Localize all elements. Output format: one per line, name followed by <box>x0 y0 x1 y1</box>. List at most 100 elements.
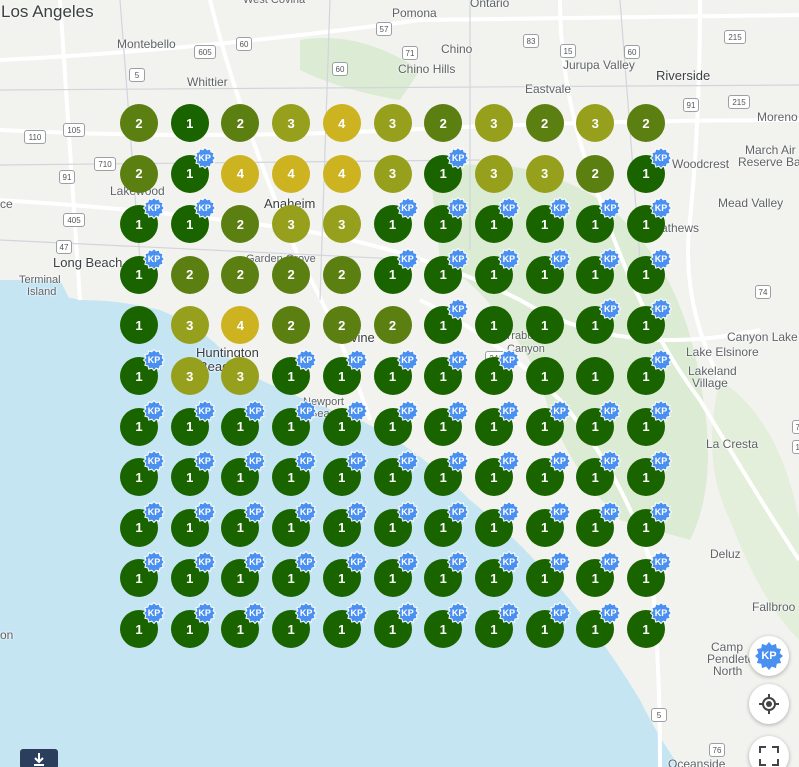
rank-pin[interactable]: 2 <box>272 255 311 294</box>
kp-badge-icon: KP <box>548 602 571 624</box>
rank-pin[interactable]: 3 <box>221 357 260 395</box>
kp-badge-label: KP <box>553 506 566 517</box>
kp-badge-icon: KP <box>447 247 470 270</box>
kp-badge-label: KP <box>451 355 465 365</box>
rank-pin[interactable]: 3 <box>525 154 564 193</box>
kp-badge-icon: KP <box>345 500 368 523</box>
kp-badge-label: KP <box>350 557 364 568</box>
rank-pin[interactable]: 1 <box>170 104 209 142</box>
rank-pin[interactable]: 2 <box>627 104 665 142</box>
fullscreen-icon <box>759 746 779 766</box>
rank-pin[interactable]: 2 <box>322 255 361 294</box>
kp-badge-label: KP <box>249 506 262 517</box>
kp-badge-label: KP <box>604 203 617 214</box>
rank-pin[interactable]: 3 <box>272 104 311 142</box>
kp-badge-icon: KP <box>143 602 165 624</box>
rank-pin[interactable]: 1 <box>525 357 564 395</box>
rank-pin[interactable]: 3 <box>474 104 513 142</box>
rank-pin[interactable]: 2 <box>272 306 311 345</box>
kp-badge-icon: KP <box>244 602 267 624</box>
rank-pin[interactable]: 3 <box>373 104 412 142</box>
rank-pin[interactable]: 2 <box>170 255 209 294</box>
kp-badge-label: KP <box>198 557 211 568</box>
rank-pin[interactable]: 4 <box>221 154 260 193</box>
kp-badge-icon: KP <box>143 551 165 574</box>
rank-pin[interactable]: 3 <box>373 154 412 193</box>
rank-pin[interactable]: 2 <box>120 104 158 142</box>
rank-pin[interactable]: 4 <box>322 104 361 142</box>
rank-pin[interactable]: 2 <box>221 104 260 142</box>
kp-badge-label: KP <box>761 650 777 662</box>
kp-badge-icon: KP <box>497 349 520 371</box>
kp-badge-label: KP <box>350 506 364 517</box>
kp-badge-label: KP <box>147 355 161 365</box>
rank-pin[interactable]: 1 <box>120 306 158 345</box>
rank-pin[interactable]: 2 <box>424 104 463 142</box>
kp-badge-label: KP <box>401 557 414 568</box>
kp-badge-label: KP <box>299 608 313 618</box>
kp-badge-icon: KP <box>548 450 571 473</box>
kp-badge-label: KP <box>553 405 566 416</box>
rank-pin[interactable]: 3 <box>170 357 209 395</box>
kp-badge-label: KP <box>198 608 211 618</box>
kp-badge-icon: KP <box>599 399 622 422</box>
rank-pin[interactable]: 3 <box>322 205 361 244</box>
rank-pin[interactable]: 2 <box>120 154 158 193</box>
kp-badge-label: KP <box>451 152 465 163</box>
kp-badge-label: KP <box>299 557 313 568</box>
kp-badge-label: KP <box>249 557 262 568</box>
kp-badge-icon: KP <box>497 399 520 422</box>
rank-pin[interactable]: 2 <box>221 255 260 294</box>
rank-pin[interactable]: 1 <box>576 357 615 395</box>
rank-pin[interactable]: 3 <box>272 205 311 244</box>
rank-pin[interactable]: 1 <box>474 306 513 345</box>
kp-badge-icon: KP <box>143 500 165 523</box>
kp-badge-label: KP <box>451 506 465 517</box>
rank-pin[interactable]: 2 <box>221 205 260 244</box>
kp-badge-label: KP <box>553 608 566 618</box>
rank-pin[interactable]: 1 <box>525 306 564 345</box>
kp-badge-label: KP <box>401 608 414 618</box>
rank-pin[interactable]: 2 <box>525 104 564 142</box>
kp-badge-icon: KP <box>447 450 470 473</box>
kp-badge-label: KP <box>451 203 465 214</box>
kp-badge-icon: KP <box>650 602 672 624</box>
kp-badge-icon: KP <box>650 197 672 220</box>
rank-pin[interactable]: 4 <box>322 154 361 193</box>
rank-pin[interactable]: 2 <box>576 154 615 193</box>
kp-badge-label: KP <box>604 506 617 517</box>
rank-pin[interactable]: 3 <box>170 306 209 345</box>
rank-pin[interactable]: 3 <box>474 154 513 193</box>
kp-badge-label: KP <box>654 304 668 315</box>
kp-badge-icon: KP <box>345 399 368 422</box>
kp-badge-icon: KP <box>447 349 470 371</box>
kp-badge-label: KP <box>198 203 211 214</box>
kp-badge-label: KP <box>553 557 566 568</box>
kp-badge-icon: KP <box>548 399 571 422</box>
kp-badge-label: KP <box>604 557 617 568</box>
kp-badge-label: KP <box>147 608 161 618</box>
locate-button[interactable] <box>749 684 789 724</box>
kp-badge-icon: KP <box>650 399 672 422</box>
kp-badge-icon: KP <box>447 551 470 574</box>
kp-badge-icon: KP <box>396 450 419 473</box>
rank-pin[interactable]: 4 <box>221 306 260 345</box>
kp-badge-label: KP <box>502 608 516 618</box>
kp-badge-label: KP <box>401 456 414 467</box>
kp-badge-icon: KP <box>599 450 622 473</box>
rank-pin[interactable]: 4 <box>272 154 311 193</box>
kp-badge-label: KP <box>654 456 668 467</box>
kp-badge-icon: KP <box>548 500 571 523</box>
kp-badge-icon: KP <box>193 602 216 624</box>
rank-pin[interactable]: 2 <box>373 306 412 345</box>
kp-badge-icon: KP <box>143 197 165 220</box>
kp-badge-label: KP <box>553 253 566 264</box>
kp-badge-label: KP <box>654 152 668 163</box>
rank-pin[interactable]: 2 <box>322 306 361 345</box>
kp-badge-icon: KP <box>345 349 368 371</box>
kp-badge-label: KP <box>604 456 617 467</box>
kp-badge-button[interactable]: KP <box>749 636 789 676</box>
rank-pin[interactable]: 3 <box>576 104 615 142</box>
kp-badge-icon: KP <box>650 247 672 270</box>
download-button[interactable] <box>20 749 58 767</box>
